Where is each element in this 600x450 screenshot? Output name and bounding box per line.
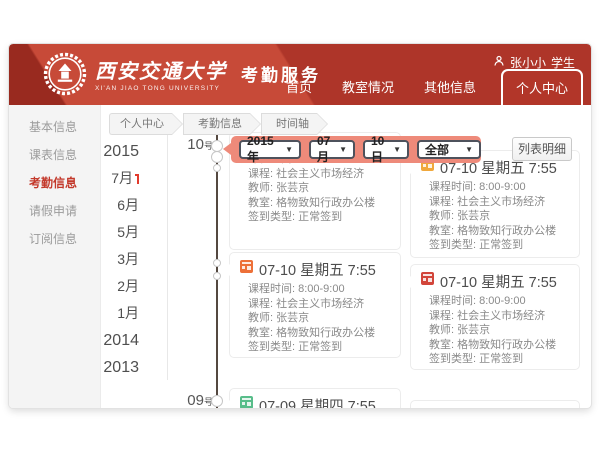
nav-tab[interactable]: 其他信息 xyxy=(409,77,491,105)
timeline-node xyxy=(213,164,221,172)
university-name-cn: 西安交通大学 xyxy=(95,61,227,83)
sidebar-item[interactable]: 基本信息 xyxy=(9,113,100,141)
attendance-card xyxy=(410,400,580,408)
card-title: 07-10 星期五 7:55 xyxy=(440,271,557,292)
card-field: 课程: 社会主义市场经济 xyxy=(429,195,569,210)
card-field: 签到类型: 正常签到 xyxy=(248,340,390,355)
current-month-marker xyxy=(135,174,139,184)
dropdown-value: 2015年 xyxy=(247,134,281,165)
timeline-node xyxy=(213,272,221,280)
timeline-day-label: 10号 xyxy=(159,136,213,153)
card-field: 教室: 格物致知行政办公楼 xyxy=(248,326,390,341)
timeline-node xyxy=(211,151,223,163)
card-field: 签到类型: 正常签到 xyxy=(248,210,390,225)
card-field: 教室: 格物致知行政办公楼 xyxy=(429,338,569,353)
card-field: 教师: 张芸京 xyxy=(248,311,390,326)
year-dropdown[interactable]: 2015年▼ xyxy=(239,140,301,159)
dropdown-value: 07月 xyxy=(317,134,335,165)
dropdown-value: 全部 xyxy=(425,141,449,158)
university-name-en: XI'AN JIAO TONG UNIVERSITY xyxy=(95,85,227,92)
card-title-row: 07-10 星期五 7:55 xyxy=(421,271,569,291)
timeline-node xyxy=(213,259,221,267)
timeline-month-item[interactable]: 7月 xyxy=(49,165,149,192)
nav-tab[interactable]: 教室情况 xyxy=(327,77,409,105)
timeline-year-item[interactable]: 2013 xyxy=(49,354,149,381)
filter-bar: 2015年▼07月▼10日▼全部▼ xyxy=(231,136,481,163)
card-field: 签到类型: 正常签到 xyxy=(429,238,569,253)
chevron-down-icon: ▼ xyxy=(339,145,347,154)
month-dropdown[interactable]: 07月▼ xyxy=(309,140,355,159)
card-field: 课程时间: 8:00-9:00 xyxy=(248,282,390,297)
type-dropdown[interactable]: 全部 ▼ xyxy=(417,140,481,159)
calendar-icon xyxy=(240,260,253,278)
card-field: 课程: 社会主义市场经济 xyxy=(248,297,390,312)
chevron-down-icon: ▼ xyxy=(393,145,401,154)
card-title: 07-10 星期五 7:55 xyxy=(259,259,376,280)
month-divider xyxy=(167,134,168,380)
timeline-month-item[interactable]: 6月 xyxy=(49,192,149,219)
timeline-month-item[interactable]: 5月 xyxy=(49,219,149,246)
card-field: 课程时间: 8:00-9:00 xyxy=(429,180,569,195)
calendar-icon xyxy=(421,272,434,290)
card-fields: 课程时间: 8:00-9:00课程: 社会主义市场经济教师: 张芸京教室: 格物… xyxy=(421,294,569,367)
timeline-year-item[interactable]: 2014 xyxy=(49,327,149,354)
timeline-year-item[interactable]: 2015 xyxy=(49,138,149,165)
nav-tab[interactable]: 首页 xyxy=(271,77,327,105)
breadcrumb-item[interactable]: 考勤信息 xyxy=(183,113,250,135)
timeline-month-item[interactable]: 1月 xyxy=(49,300,149,327)
day-number: 10 xyxy=(187,136,204,153)
card-field: 课程: 社会主义市场经济 xyxy=(429,309,569,324)
card-field: 教室: 格物致知行政办公楼 xyxy=(429,224,569,239)
breadcrumb: 个人中心考勤信息时间轴 xyxy=(109,113,328,135)
timeline-month-item[interactable]: 3月 xyxy=(49,246,149,273)
calendar-icon xyxy=(240,396,253,408)
attendance-card: 07-09 星期四 7:55课程时间: 8:00-9:00课程: 社会主义市场经… xyxy=(229,388,401,408)
card-title: 07-09 星期四 7:55 xyxy=(259,395,376,409)
attendance-card: 07-10 星期五 7:55课程时间: 8:00-9:00课程: 社会主义市场经… xyxy=(410,150,580,258)
university-logo-icon xyxy=(43,52,87,101)
university-name-block: 西安交通大学 XI'AN JIAO TONG UNIVERSITY xyxy=(95,61,227,92)
timeline-node xyxy=(211,395,223,407)
card-title-row: 07-10 星期五 7:55 xyxy=(240,259,390,279)
card-field: 教师: 张芸京 xyxy=(248,181,390,196)
card-title-row: 07-09 星期四 7:55 xyxy=(240,395,390,408)
person-icon xyxy=(493,55,505,70)
attendance-card: 07-10 星期五 7:55课程时间: 8:00-9:00课程: 社会主义市场经… xyxy=(410,264,580,370)
card-field: 签到类型: 正常签到 xyxy=(429,352,569,367)
timeline-month-item[interactable]: 2月 xyxy=(49,273,149,300)
chevron-down-icon: ▼ xyxy=(285,145,293,154)
app-header: 西安交通大学 XI'AN JIAO TONG UNIVERSITY 考勤服务 张… xyxy=(9,44,591,105)
day-dropdown[interactable]: 10日▼ xyxy=(363,140,409,159)
breadcrumb-item[interactable]: 个人中心 xyxy=(109,113,172,135)
card-field: 教师: 张芸京 xyxy=(429,209,569,224)
card-field: 教师: 张芸京 xyxy=(429,323,569,338)
chevron-down-icon: ▼ xyxy=(465,145,473,154)
timeline-day-label: 09号 xyxy=(159,392,213,408)
card-fields: 课程时间: 8:00-9:00课程: 社会主义市场经济教师: 张芸京教室: 格物… xyxy=(240,282,390,355)
list-detail-button[interactable]: 列表明细 xyxy=(512,137,572,161)
attendance-card: 07-10 星期五 7:55课程时间: 8:00-9:00课程: 社会主义市场经… xyxy=(229,252,401,358)
card-fields: 课程时间: 8:00-9:00课程: 社会主义市场经济教师: 张芸京教室: 格物… xyxy=(421,180,569,253)
timeline-month-nav: 20157月6月5月3月2月1月20142013 xyxy=(49,138,149,381)
nav-tab[interactable]: 个人中心 xyxy=(501,69,583,105)
card-field: 课程: 社会主义市场经济 xyxy=(248,167,390,182)
day-number: 09 xyxy=(187,392,204,408)
dropdown-value: 10日 xyxy=(371,134,389,165)
breadcrumb-item[interactable]: 时间轴 xyxy=(261,113,317,135)
card-field: 课程时间: 8:00-9:00 xyxy=(429,294,569,309)
main-nav: 首页教室情况其他信息个人中心 xyxy=(271,69,583,105)
app-window: 西安交通大学 XI'AN JIAO TONG UNIVERSITY 考勤服务 张… xyxy=(9,44,591,408)
card-field: 教室: 格物致知行政办公楼 xyxy=(248,196,390,211)
